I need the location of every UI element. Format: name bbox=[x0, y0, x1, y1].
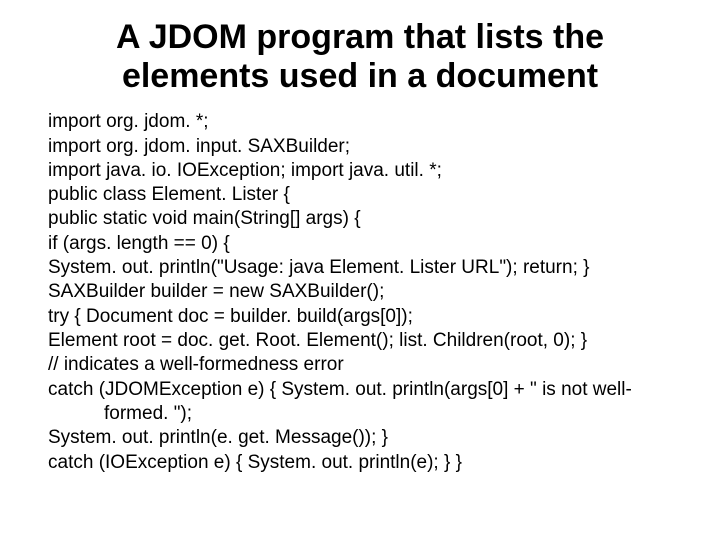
code-line: // indicates a well-formedness error bbox=[48, 353, 672, 377]
code-line: System. out. println("Usage: java Elemen… bbox=[48, 256, 672, 280]
code-line: catch (JDOMException e) { System. out. p… bbox=[48, 378, 672, 402]
code-line: if (args. length == 0) { bbox=[48, 232, 672, 256]
code-line: import org. jdom. input. SAXBuilder; bbox=[48, 135, 672, 159]
slide-title: A JDOM program that lists the elements u… bbox=[48, 18, 672, 96]
code-line: try { Document doc = builder. build(args… bbox=[48, 305, 672, 329]
code-line: SAXBuilder builder = new SAXBuilder(); bbox=[48, 280, 672, 304]
code-block: import org. jdom. *; import org. jdom. i… bbox=[48, 110, 672, 475]
code-line: Element root = doc. get. Root. Element()… bbox=[48, 329, 672, 353]
code-line: public class Element. Lister { bbox=[48, 183, 672, 207]
code-line: formed. "); bbox=[48, 402, 672, 426]
code-line: System. out. println(e. get. Message());… bbox=[48, 426, 672, 450]
code-line: public static void main(String[] args) { bbox=[48, 207, 672, 231]
code-line: import org. jdom. *; bbox=[48, 110, 672, 134]
code-line: import java. io. IOException; import jav… bbox=[48, 159, 672, 183]
code-line: catch (IOException e) { System. out. pri… bbox=[48, 451, 672, 475]
